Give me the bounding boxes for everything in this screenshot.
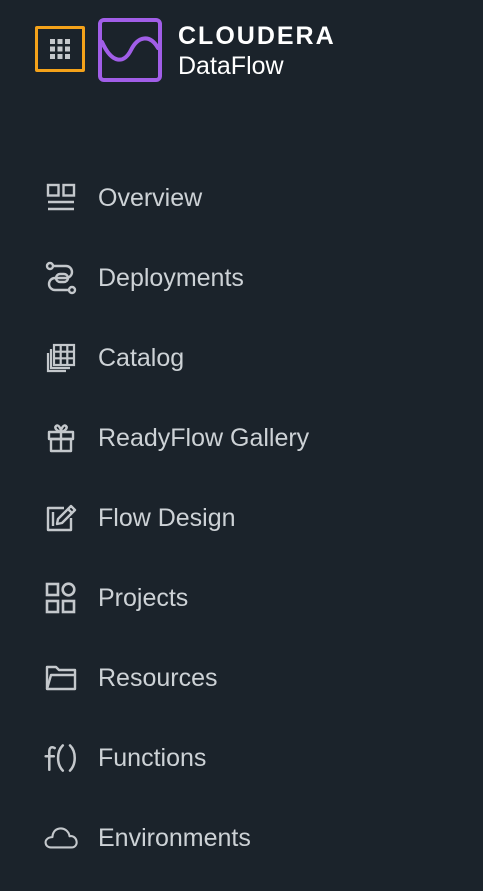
nav-label-environments: Environments <box>98 824 251 852</box>
overview-icon <box>43 180 79 216</box>
nav-label-overview: Overview <box>98 184 203 212</box>
app-switcher-button[interactable] <box>35 26 85 72</box>
brand-name: CLOUDERA <box>178 22 336 50</box>
nav-item-functions[interactable]: Functions <box>0 718 483 798</box>
nav-item-projects[interactable]: Projects <box>0 558 483 638</box>
nav-item-deployments[interactable]: Deployments <box>0 238 483 318</box>
function-icon <box>43 740 79 776</box>
folder-icon <box>43 660 79 696</box>
nav-item-readyflow-gallery[interactable]: ReadyFlow Gallery <box>0 398 483 478</box>
dataflow-logo-icon <box>98 18 162 82</box>
grid-icon <box>50 39 70 59</box>
product-name: DataFlow <box>178 52 284 80</box>
nav-label-deployments: Deployments <box>98 264 244 292</box>
dataflow-logo[interactable] <box>98 18 162 82</box>
nav-label-resources: Resources <box>98 664 218 692</box>
nav-label-projects: Projects <box>98 584 189 612</box>
nav-label-flow-design: Flow Design <box>98 504 236 532</box>
nav-item-catalog[interactable]: Catalog <box>0 318 483 398</box>
nav-item-environments[interactable]: Environments <box>0 798 483 878</box>
nav-label-catalog: Catalog <box>98 344 185 372</box>
nav-item-flow-design[interactable]: Flow Design <box>0 478 483 558</box>
sidebar-header: CLOUDERA DataFlow <box>0 0 483 100</box>
sidebar-nav: Overview Deployments Catalog ReadyFlow G… <box>0 158 483 878</box>
gift-icon <box>43 420 79 456</box>
projects-icon <box>43 580 79 616</box>
edit-icon <box>43 500 79 536</box>
catalog-icon <box>43 340 79 376</box>
nav-item-overview[interactable]: Overview <box>0 158 483 238</box>
nav-label-readyflow-gallery: ReadyFlow Gallery <box>98 424 310 452</box>
nav-label-functions: Functions <box>98 744 207 772</box>
nav-item-resources[interactable]: Resources <box>0 638 483 718</box>
cloud-icon <box>43 820 79 856</box>
deployments-icon <box>43 260 79 296</box>
